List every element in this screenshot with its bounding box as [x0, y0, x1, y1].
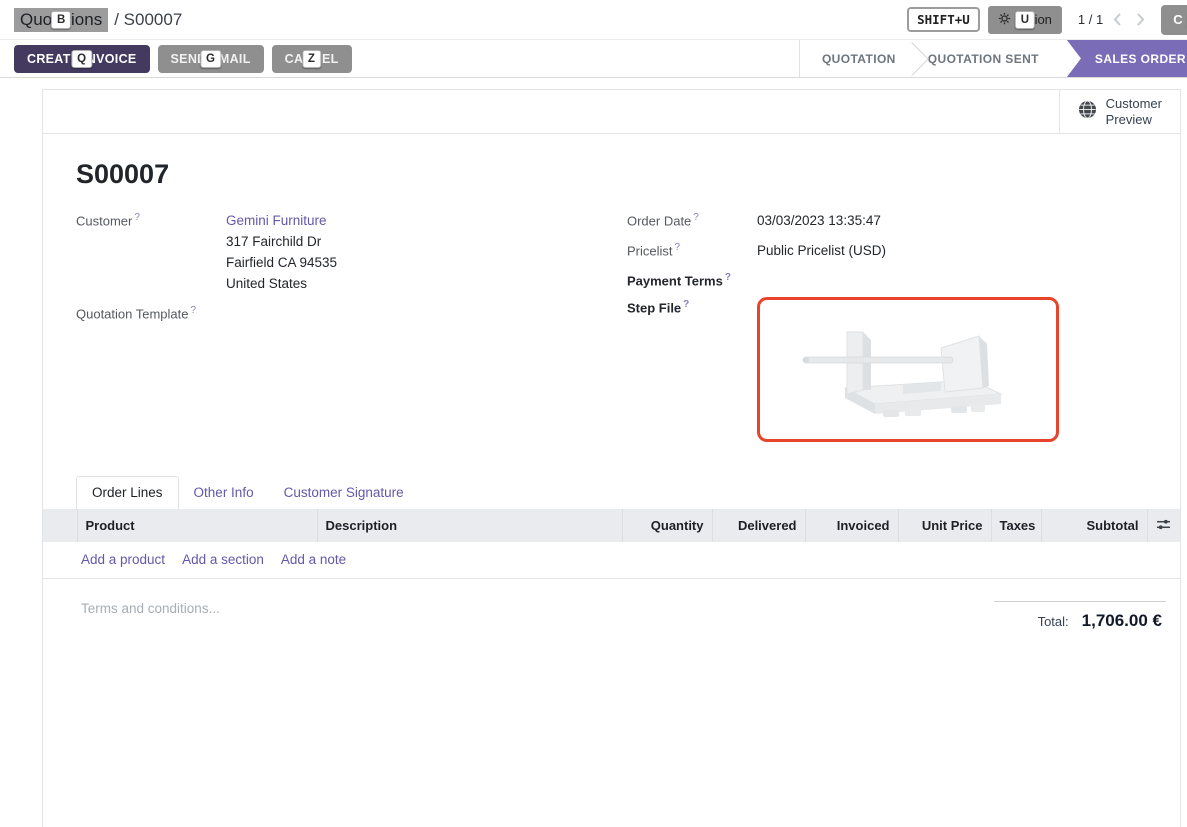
customer-field-label: Customer? [76, 210, 226, 294]
status-step-quotation-sent[interactable]: QUOTATION SENT [910, 40, 1057, 77]
pricelist-field-value[interactable]: Public Pricelist (USD) [757, 240, 1166, 261]
notebook-tabs: Order Lines Other Info Customer Signatur… [76, 476, 1166, 509]
hotkey-chip-create-invoice: Q [71, 50, 92, 68]
terms-and-conditions-input[interactable]: Terms and conditions... [81, 601, 220, 631]
sheet-body: S00007 Customer? Gemini Furniture 317 Fa… [43, 159, 1180, 631]
status-pipeline: QUOTATION QUOTATION SENT SALES ORDER [799, 40, 1187, 77]
fields-column-left: Customer? Gemini Furniture 317 Fairchild… [76, 210, 627, 442]
tab-customer-signature[interactable]: Customer Signature [269, 477, 419, 509]
customer-address-line: 317 Fairchild Dr [226, 231, 627, 252]
corner-clipped-button[interactable]: C [1161, 5, 1187, 35]
sheet-footer: Terms and conditions... Total: 1,706.00 … [76, 579, 1166, 631]
column-header-subtotal[interactable]: Subtotal [1041, 509, 1147, 542]
action-menu-button[interactable]: Action U [988, 6, 1062, 34]
page-title: S00007 [76, 159, 1166, 190]
breadcrumb-current: / S00007 [114, 10, 182, 30]
order-lines-table: Product Description Quantity Delivered I… [43, 509, 1180, 542]
step-file-preview-image [783, 310, 1033, 430]
column-header-unit-price[interactable]: Unit Price [898, 509, 991, 542]
top-navigation-bar: Quotations B / S00007 SHIFT+U Action U 1… [0, 0, 1187, 40]
corner-button-label: C [1173, 12, 1182, 27]
step-file-field-label: Step File? [627, 297, 757, 442]
tab-order-lines[interactable]: Order Lines [76, 476, 179, 509]
help-tooltip-icon[interactable]: ? [134, 212, 140, 223]
payment-terms-field-value[interactable] [757, 270, 1166, 288]
action-buttons-group: CREATE INVOICE Q SEND EMAIL G CANCEL Z [14, 45, 352, 73]
optional-columns-button[interactable] [1147, 509, 1180, 542]
list-add-links: Add a product Add a section Add a note [43, 542, 1180, 579]
customer-address-line: Fairfield CA 94535 [226, 252, 627, 273]
help-tooltip-icon[interactable]: ? [693, 212, 699, 223]
form-sheet: Customer Preview S00007 Customer? Gemini… [42, 89, 1181, 827]
pricelist-field-label: Pricelist? [627, 240, 757, 261]
payment-terms-field-label: Payment Terms? [627, 270, 757, 288]
customer-field-value: Gemini Furniture 317 Fairchild Dr Fairfi… [226, 210, 627, 294]
column-header-product[interactable]: Product [77, 509, 317, 542]
help-tooltip-icon[interactable]: ? [191, 305, 197, 316]
total-value: 1,706.00 € [1082, 611, 1162, 631]
status-step-sales-order[interactable]: SALES ORDER [1067, 40, 1187, 77]
breadcrumb: Quotations B / S00007 [14, 8, 182, 32]
hotkey-chip-send-email: G [200, 50, 221, 68]
create-invoice-button[interactable]: CREATE INVOICE Q [14, 45, 150, 73]
customer-address-line: United States [226, 273, 627, 294]
table-header-row: Product Description Quantity Delivered I… [43, 509, 1180, 542]
column-header-taxes[interactable]: Taxes [991, 509, 1041, 542]
quotation-template-field-label: Quotation Template? [76, 303, 226, 321]
order-lines-table-wrap: Product Description Quantity Delivered I… [43, 509, 1180, 542]
column-header-delivered[interactable]: Delivered [712, 509, 805, 542]
total-label: Total: [1038, 614, 1069, 629]
order-date-field-label: Order Date? [627, 210, 757, 231]
help-tooltip-icon[interactable]: ? [725, 272, 731, 283]
hotkey-chip-breadcrumb: B [51, 11, 71, 29]
hotkey-chip-action: U [1015, 11, 1035, 29]
cancel-button[interactable]: CANCEL Z [272, 45, 352, 73]
sheet-button-box: Customer Preview [43, 90, 1180, 134]
gear-icon [998, 12, 1011, 28]
help-tooltip-icon[interactable]: ? [683, 299, 689, 310]
send-email-button[interactable]: SEND EMAIL G [158, 45, 264, 73]
fields-grid: Customer? Gemini Furniture 317 Fairchild… [76, 210, 1166, 442]
customer-preview-button[interactable]: Customer Preview [1059, 90, 1180, 133]
column-header-description[interactable]: Description [317, 509, 622, 542]
add-a-section-link[interactable]: Add a section [182, 552, 264, 567]
hotkey-chip-cancel: Z [302, 50, 321, 68]
help-tooltip-icon[interactable]: ? [675, 242, 681, 253]
breadcrumb-parent[interactable]: Quotations B [14, 8, 108, 32]
topbar-right-cluster: SHIFT+U Action U 1 / 1 C [907, 5, 1187, 35]
order-date-field-value[interactable]: 03/03/2023 13:35:47 [757, 210, 1166, 231]
column-header-quantity[interactable]: Quantity [622, 509, 712, 542]
chevron-right-icon[interactable] [1136, 12, 1145, 27]
step-file-preview-frame[interactable] [757, 297, 1059, 442]
column-header-invoiced[interactable]: Invoiced [805, 509, 898, 542]
pager-navigation [1113, 12, 1145, 27]
fields-column-right: Order Date? 03/03/2023 13:35:47 Pricelis… [627, 210, 1166, 442]
add-a-note-link[interactable]: Add a note [281, 552, 346, 567]
column-header-handle [43, 509, 77, 542]
chevron-left-icon[interactable] [1113, 12, 1122, 27]
customer-preview-label: Customer Preview [1106, 96, 1162, 128]
sliders-icon [1156, 518, 1171, 531]
record-pager: 1 / 1 [1078, 12, 1103, 27]
customer-link[interactable]: Gemini Furniture [226, 213, 327, 228]
tab-other-info[interactable]: Other Info [179, 477, 269, 509]
globe-icon [1078, 100, 1097, 124]
hotkey-chip-shift-u: SHIFT+U [907, 7, 980, 32]
action-status-bar: CREATE INVOICE Q SEND EMAIL G CANCEL Z Q… [0, 40, 1187, 78]
quotation-template-field-value[interactable] [226, 303, 627, 321]
total-block: Total: 1,706.00 € [994, 601, 1166, 631]
add-a-product-link[interactable]: Add a product [81, 552, 165, 567]
